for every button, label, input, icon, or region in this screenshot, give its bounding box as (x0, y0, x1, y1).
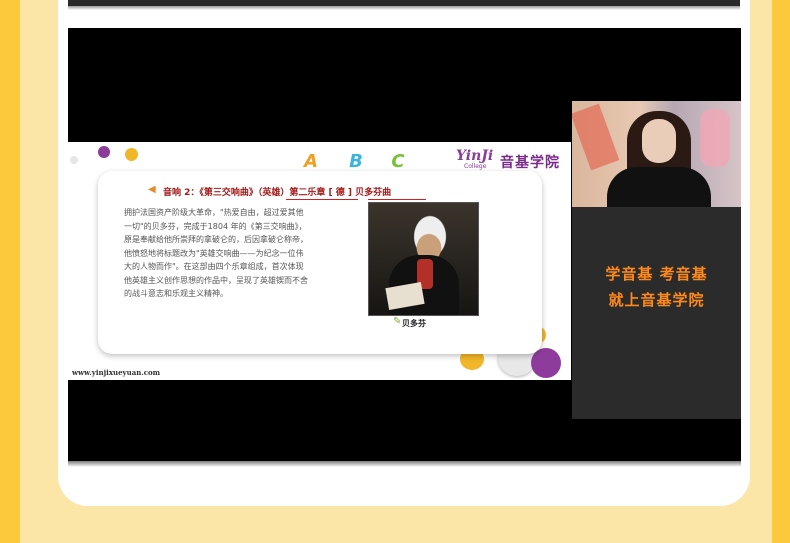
logo-name: 音基学院 (500, 155, 560, 171)
body-line: 他英雄主义创作思想的作品中，呈现了英雄锲而不舍 (124, 275, 308, 285)
letter-b-badge: B (349, 151, 363, 172)
heading-underline (368, 199, 426, 200)
letter-a-badge: A (304, 151, 318, 172)
decor-dot (70, 156, 78, 164)
quill-icon: ✎ (393, 316, 402, 327)
promo-panel: 学音基 考音基 就上音基学院 (572, 207, 741, 419)
logo-mark: YinJi (456, 148, 494, 164)
letter-c-badge: C (391, 151, 405, 172)
slide-body-text: 拥护法国资产阶级大革命，"热爱自由，超过爱其他 一切"的贝多芬，完成于1804 … (124, 206, 372, 301)
beethoven-portrait (368, 202, 479, 316)
body-line: 大的人物而作"。在这部由四个乐章组成，首次体现 (124, 262, 304, 271)
heading-underline (286, 199, 358, 200)
video-shadow (68, 461, 741, 467)
lesson-slide: A B C YinJi College 音基学院 ◀ 音响 2：《第三交响曲》（… (68, 142, 571, 380)
presenter-webcam (572, 101, 741, 207)
site-url: www.yinjixueyuan.com (72, 368, 161, 377)
body-line: 一切"的贝多芬，完成于1804 年的《第三交响曲》， (124, 221, 307, 231)
body-line: 的战斗意志和乐观主义精神。 (124, 289, 228, 298)
body-line: 拥护法国资产阶级大革命，"热爱自由，超过爱其他 (124, 208, 304, 217)
decor-dot (125, 148, 138, 161)
previous-video-shadow (68, 6, 740, 10)
body-line: 原是奉献给他所崇拜的拿破仑的，后因拿破仑称帝， (124, 235, 308, 244)
decor-dot (531, 348, 561, 378)
logo-sub: College (464, 163, 487, 170)
promo-line-1: 学音基 考音基 (605, 265, 708, 283)
promo-line-2: 就上音基学院 (608, 291, 705, 309)
video-player[interactable]: A B C YinJi College 音基学院 ◀ 音响 2：《第三交响曲》（… (68, 28, 741, 461)
body-line: 他愤怒地将标题改为"英雄交响曲——为纪念一位伟 (124, 248, 304, 258)
speaker-icon: ◀ (148, 184, 156, 195)
decor-dot (98, 146, 110, 158)
left-accent-bar (0, 0, 20, 543)
slide-heading: 音响 2：《第三交响曲》（英雄）第二乐章 [ 德 ] 贝多芬曲 (163, 188, 392, 198)
right-accent-bar (772, 0, 790, 543)
portrait-caption: 贝多芬 (402, 319, 426, 328)
